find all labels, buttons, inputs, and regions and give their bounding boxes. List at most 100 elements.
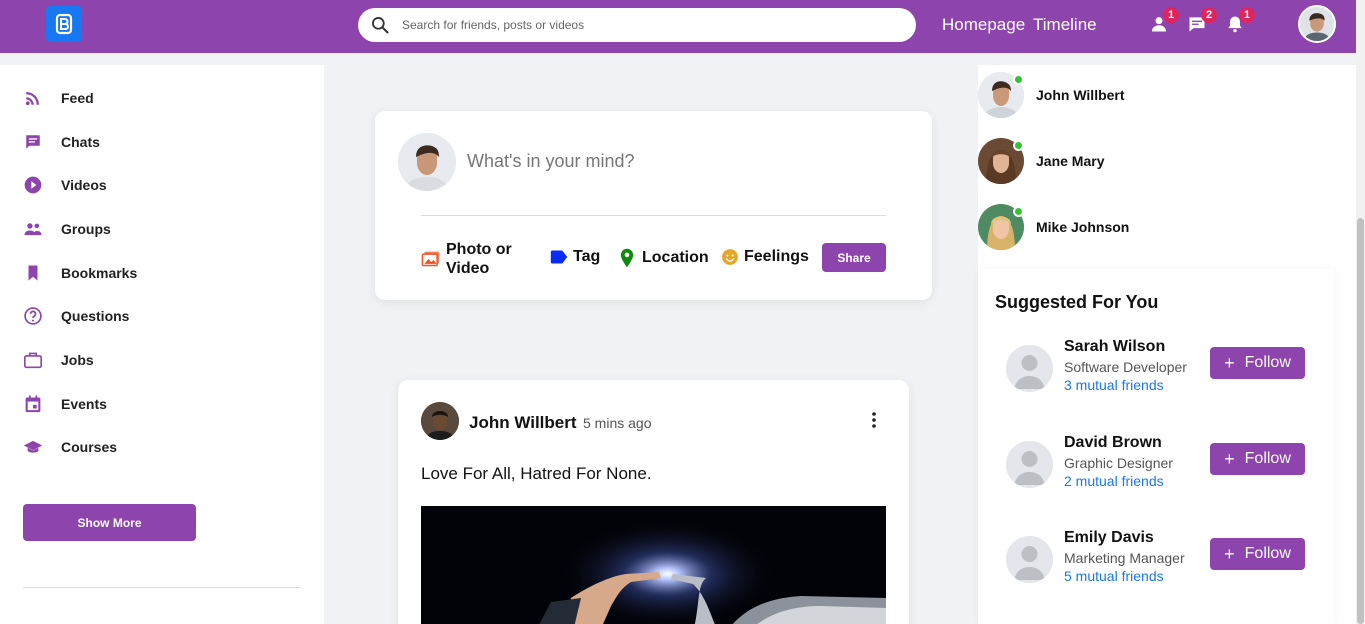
search-input[interactable] — [402, 18, 882, 32]
suggested-person: Emily Davis Marketing Manager 5 mutual f… — [978, 529, 1334, 589]
chat-icon — [23, 132, 43, 152]
suggested-name[interactable]: David Brown — [1064, 434, 1162, 452]
post-image[interactable] — [421, 506, 886, 624]
suggested-person: David Brown Graphic Designer 2 mutual fr… — [978, 434, 1334, 494]
sidebar-item-jobs[interactable]: Jobs — [23, 348, 94, 372]
play-icon — [23, 175, 43, 195]
composer-input[interactable] — [467, 151, 887, 172]
sidebar-item-chats[interactable]: Chats — [23, 130, 100, 154]
top-navbar: Homepage Timeline 1 2 1 — [0, 0, 1361, 53]
location-option[interactable]: Location — [619, 248, 709, 268]
online-contact[interactable]: Jane Mary — [978, 137, 1104, 185]
scrollbar-thumb[interactable] — [1357, 218, 1364, 624]
suggested-for-you-card: Suggested For You Sarah Wilson Software … — [978, 269, 1334, 624]
friend-requests-badge: 1 — [1163, 7, 1179, 23]
follow-label: Follow — [1244, 354, 1291, 371]
friend-requests-button[interactable]: 1 — [1149, 7, 1179, 34]
suggested-role: Marketing Manager — [1064, 550, 1185, 566]
search-bar — [358, 8, 916, 42]
post-text: Love For All, Hatred For None. — [421, 464, 652, 483]
follow-label: Follow — [1244, 545, 1291, 562]
follow-button[interactable]: + Follow — [1210, 538, 1305, 570]
online-status-dot — [1013, 140, 1024, 151]
suggested-name[interactable]: Emily Davis — [1064, 529, 1154, 547]
show-more-button[interactable]: Show More — [23, 504, 196, 541]
divider — [23, 587, 301, 588]
sidebar-item-label: Bookmarks — [61, 265, 138, 281]
tag-option[interactable]: Tag — [550, 248, 600, 266]
sidebar-item-label: Chats — [61, 134, 100, 150]
sidebar-item-label: Videos — [61, 177, 107, 193]
share-button[interactable]: Share — [822, 243, 886, 272]
sidebar-item-label: Events — [61, 396, 107, 412]
avatar-placeholder-icon[interactable] — [1006, 536, 1053, 583]
contact-name: John Willbert — [1036, 87, 1125, 103]
sidebar-item-questions[interactable]: Questions — [23, 304, 129, 328]
follow-button[interactable]: + Follow — [1210, 443, 1305, 475]
plus-icon: + — [1224, 448, 1235, 469]
sidebar-item-groups[interactable]: Groups — [23, 217, 111, 241]
feed-post: John Willbert 5 mins ago Love For All, H… — [398, 380, 909, 624]
page-scrollbar[interactable] — [1356, 0, 1365, 624]
online-status-dot — [1013, 74, 1024, 85]
sidebar-item-courses[interactable]: Courses — [23, 435, 117, 459]
post-timestamp: 5 mins ago — [583, 415, 652, 431]
user-avatar[interactable] — [1298, 5, 1336, 43]
mutual-friends-link[interactable]: 3 mutual friends — [1064, 377, 1164, 393]
online-contact[interactable]: Mike Johnson — [978, 203, 1129, 251]
briefcase-icon — [23, 350, 43, 370]
suggested-person: Sarah Wilson Software Developer 3 mutual… — [978, 338, 1334, 398]
sidebar-item-events[interactable]: Events — [23, 392, 107, 416]
group-icon — [23, 219, 43, 239]
feelings-option[interactable]: Feelings — [721, 248, 809, 266]
graduation-cap-icon — [23, 437, 43, 457]
location-pin-icon — [620, 248, 634, 268]
contact-name: Mike Johnson — [1036, 219, 1130, 235]
avatar-placeholder-icon[interactable] — [1006, 345, 1053, 392]
location-label: Location — [642, 249, 709, 266]
photo-video-option[interactable]: Photo or Video — [421, 240, 512, 278]
tag-icon — [550, 250, 568, 264]
tag-label: Tag — [573, 248, 601, 265]
nav-link-timeline[interactable]: Timeline — [1033, 15, 1097, 35]
sidebar-item-videos[interactable]: Videos — [23, 173, 107, 197]
contact-avatar — [978, 72, 1024, 118]
sidebar-item-label: Courses — [61, 439, 118, 455]
sidebar-item-feed[interactable]: Feed — [23, 86, 94, 110]
notifications-button[interactable]: 1 — [1225, 7, 1255, 34]
messages-button[interactable]: 2 — [1187, 7, 1217, 34]
contact-avatar — [978, 204, 1024, 250]
feelings-label: Feelings — [744, 248, 809, 265]
photo-video-label: Video — [446, 260, 490, 277]
right-sidebar: John Willbert Jane Mary Mike Johnson Sug… — [978, 65, 1356, 624]
logo-icon[interactable] — [46, 6, 82, 42]
suggested-name[interactable]: Sarah Wilson — [1064, 338, 1165, 356]
smiley-icon — [722, 249, 738, 265]
mutual-friends-link[interactable]: 5 mutual friends — [1064, 568, 1164, 584]
avatar-placeholder-icon[interactable] — [1006, 441, 1053, 488]
plus-icon: + — [1224, 352, 1235, 373]
calendar-icon — [23, 394, 43, 414]
more-options-icon[interactable] — [864, 410, 884, 430]
photo-icon — [421, 251, 440, 267]
composer-avatar — [398, 133, 456, 191]
bookmark-icon — [23, 263, 43, 283]
follow-button[interactable]: + Follow — [1210, 347, 1305, 379]
sidebar-item-bookmarks[interactable]: Bookmarks — [23, 261, 137, 285]
divider — [421, 215, 886, 216]
nav-link-homepage[interactable]: Homepage — [942, 15, 1025, 35]
post-author-name[interactable]: John Willbert — [469, 413, 577, 433]
post-composer: Photo or Video Tag Location Feelings Sha… — [375, 111, 932, 300]
sidebar-item-label: Jobs — [61, 352, 94, 368]
suggested-role: Graphic Designer — [1064, 455, 1173, 471]
mutual-friends-link[interactable]: 2 mutual friends — [1064, 473, 1164, 489]
follow-label: Follow — [1244, 450, 1291, 467]
search-icon — [372, 17, 389, 34]
contact-name: Jane Mary — [1036, 153, 1105, 169]
question-icon — [23, 306, 43, 326]
plus-icon: + — [1224, 543, 1235, 564]
photo-video-label: Photo or — [446, 241, 512, 258]
contact-avatar — [978, 138, 1024, 184]
online-contact[interactable]: John Willbert — [978, 71, 1125, 119]
post-author-avatar[interactable] — [421, 402, 459, 440]
